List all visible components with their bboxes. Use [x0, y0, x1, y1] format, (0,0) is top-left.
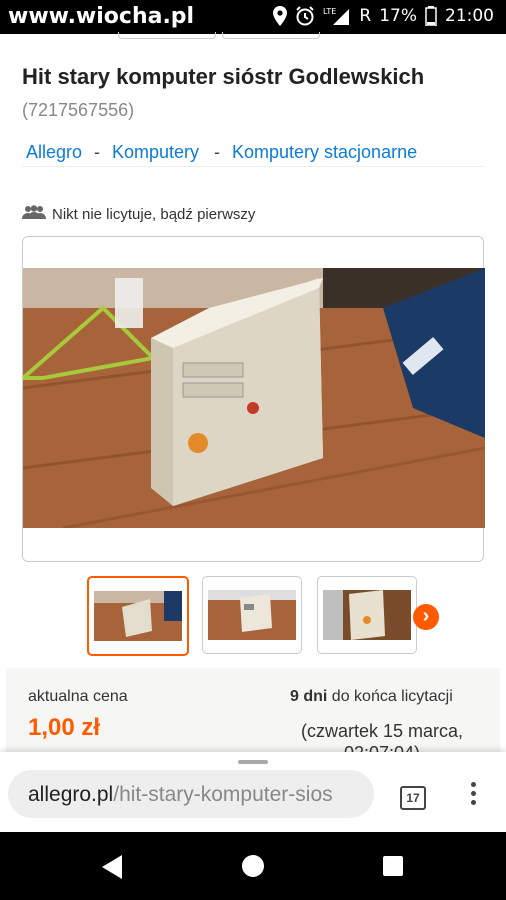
- url-bar[interactable]: allegro.pl/hit-stary-komputer-sios: [8, 770, 374, 818]
- image-gallery[interactable]: [22, 236, 485, 562]
- navigation-bar: [0, 832, 506, 900]
- url-text: allegro.pl/hit-stary-komputer-sios: [28, 783, 333, 807]
- bidders-text: Nikt nie licytuje, bądź pierwszy: [52, 205, 256, 223]
- overflow-menu-icon[interactable]: [466, 782, 480, 810]
- time-remaining: 9 dni do końca licytacji: [290, 688, 453, 706]
- previous-button-edge: [118, 32, 216, 39]
- auction-id: (7217567556): [22, 100, 135, 120]
- network-type: R: [359, 6, 372, 26]
- chevron-right-icon[interactable]: ›: [413, 604, 439, 630]
- breadcrumb-komputery[interactable]: Komputery: [112, 142, 199, 163]
- previous-content-edge: [0, 32, 506, 39]
- breadcrumb-komputery-stacjonarne[interactable]: Komputery stacjonarne: [232, 142, 417, 163]
- breadcrumb-separator: -: [94, 142, 100, 162]
- svg-text:LTE: LTE: [323, 7, 336, 16]
- thumbnail-1[interactable]: [87, 576, 189, 656]
- breadcrumb-allegro[interactable]: Allegro: [26, 142, 82, 163]
- thumbnail-2[interactable]: [202, 576, 302, 654]
- url-host: allegro.pl: [28, 783, 114, 806]
- previous-button-edge: [222, 32, 320, 39]
- tabs-icon[interactable]: 17: [400, 786, 426, 810]
- breadcrumb: Allegro - Komputery - Komputery stacjona…: [22, 136, 484, 167]
- status-icons: LTE R 17% 21:00: [273, 6, 494, 26]
- end-date-line1: (czwartek 15 marca,: [300, 721, 464, 741]
- signal-icon: LTE: [323, 6, 351, 26]
- recents-icon[interactable]: [383, 856, 403, 876]
- battery-icon: [425, 6, 437, 26]
- watermark: www.wiocha.pl: [8, 4, 195, 29]
- clock: 21:00: [445, 6, 494, 26]
- price-box: aktualna cena 1,00 zł 9 dni do końca lic…: [6, 668, 500, 763]
- thumbnail-3[interactable]: [317, 576, 417, 654]
- product-photo[interactable]: [23, 268, 485, 528]
- battery-percent: 17%: [379, 6, 417, 26]
- listing-title: Hit stary komputer sióstr Godlewskich: [22, 64, 425, 89]
- bidders-info: Nikt nie licytuje, bądź pierwszy: [22, 205, 255, 223]
- price-value: 1,00 zł: [28, 714, 101, 741]
- location-icon: [273, 6, 288, 26]
- home-icon[interactable]: [241, 854, 265, 878]
- browser-toolbar: allegro.pl/hit-stary-komputer-sios 17: [0, 752, 506, 832]
- days-count: 9 dni: [290, 688, 328, 705]
- toolbar-handle[interactable]: [238, 760, 268, 764]
- price-label: aktualna cena: [28, 688, 128, 705]
- back-icon[interactable]: [100, 854, 124, 880]
- days-suffix: do końca licytacji: [331, 688, 453, 705]
- breadcrumb-separator: -: [214, 142, 220, 162]
- url-path: /hit-stary-komputer-sios: [113, 783, 333, 806]
- people-icon: [22, 205, 46, 223]
- alarm-icon: [295, 6, 315, 26]
- status-bar: www.wiocha.pl LTE R 17% 21:00: [0, 0, 506, 34]
